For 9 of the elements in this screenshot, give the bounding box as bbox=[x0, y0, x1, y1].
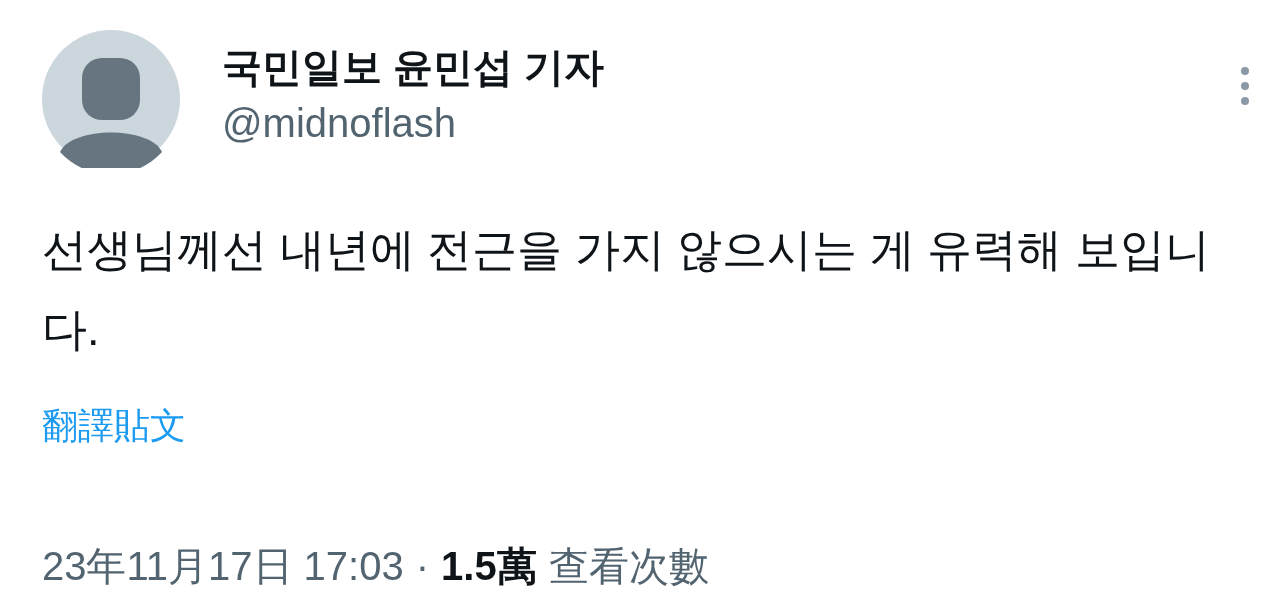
author-name[interactable]: 국민일보 윤민섭 기자 bbox=[222, 42, 605, 92]
tweet-text: 선생님께선 내년에 전근을 가지 않으시는 게 유력해 보입니다. bbox=[42, 223, 1211, 357]
view-label: 查看次數 bbox=[548, 543, 709, 590]
author-handle[interactable]: @midnoflash bbox=[222, 98, 605, 148]
avatar-icon[interactable] bbox=[42, 30, 180, 168]
more-icon[interactable] bbox=[1240, 66, 1250, 106]
timestamp[interactable]: 23年11月17日 17:03 bbox=[42, 540, 404, 592]
separator-dot: · bbox=[415, 543, 430, 590]
view-count: 1.5萬 bbox=[441, 543, 537, 590]
